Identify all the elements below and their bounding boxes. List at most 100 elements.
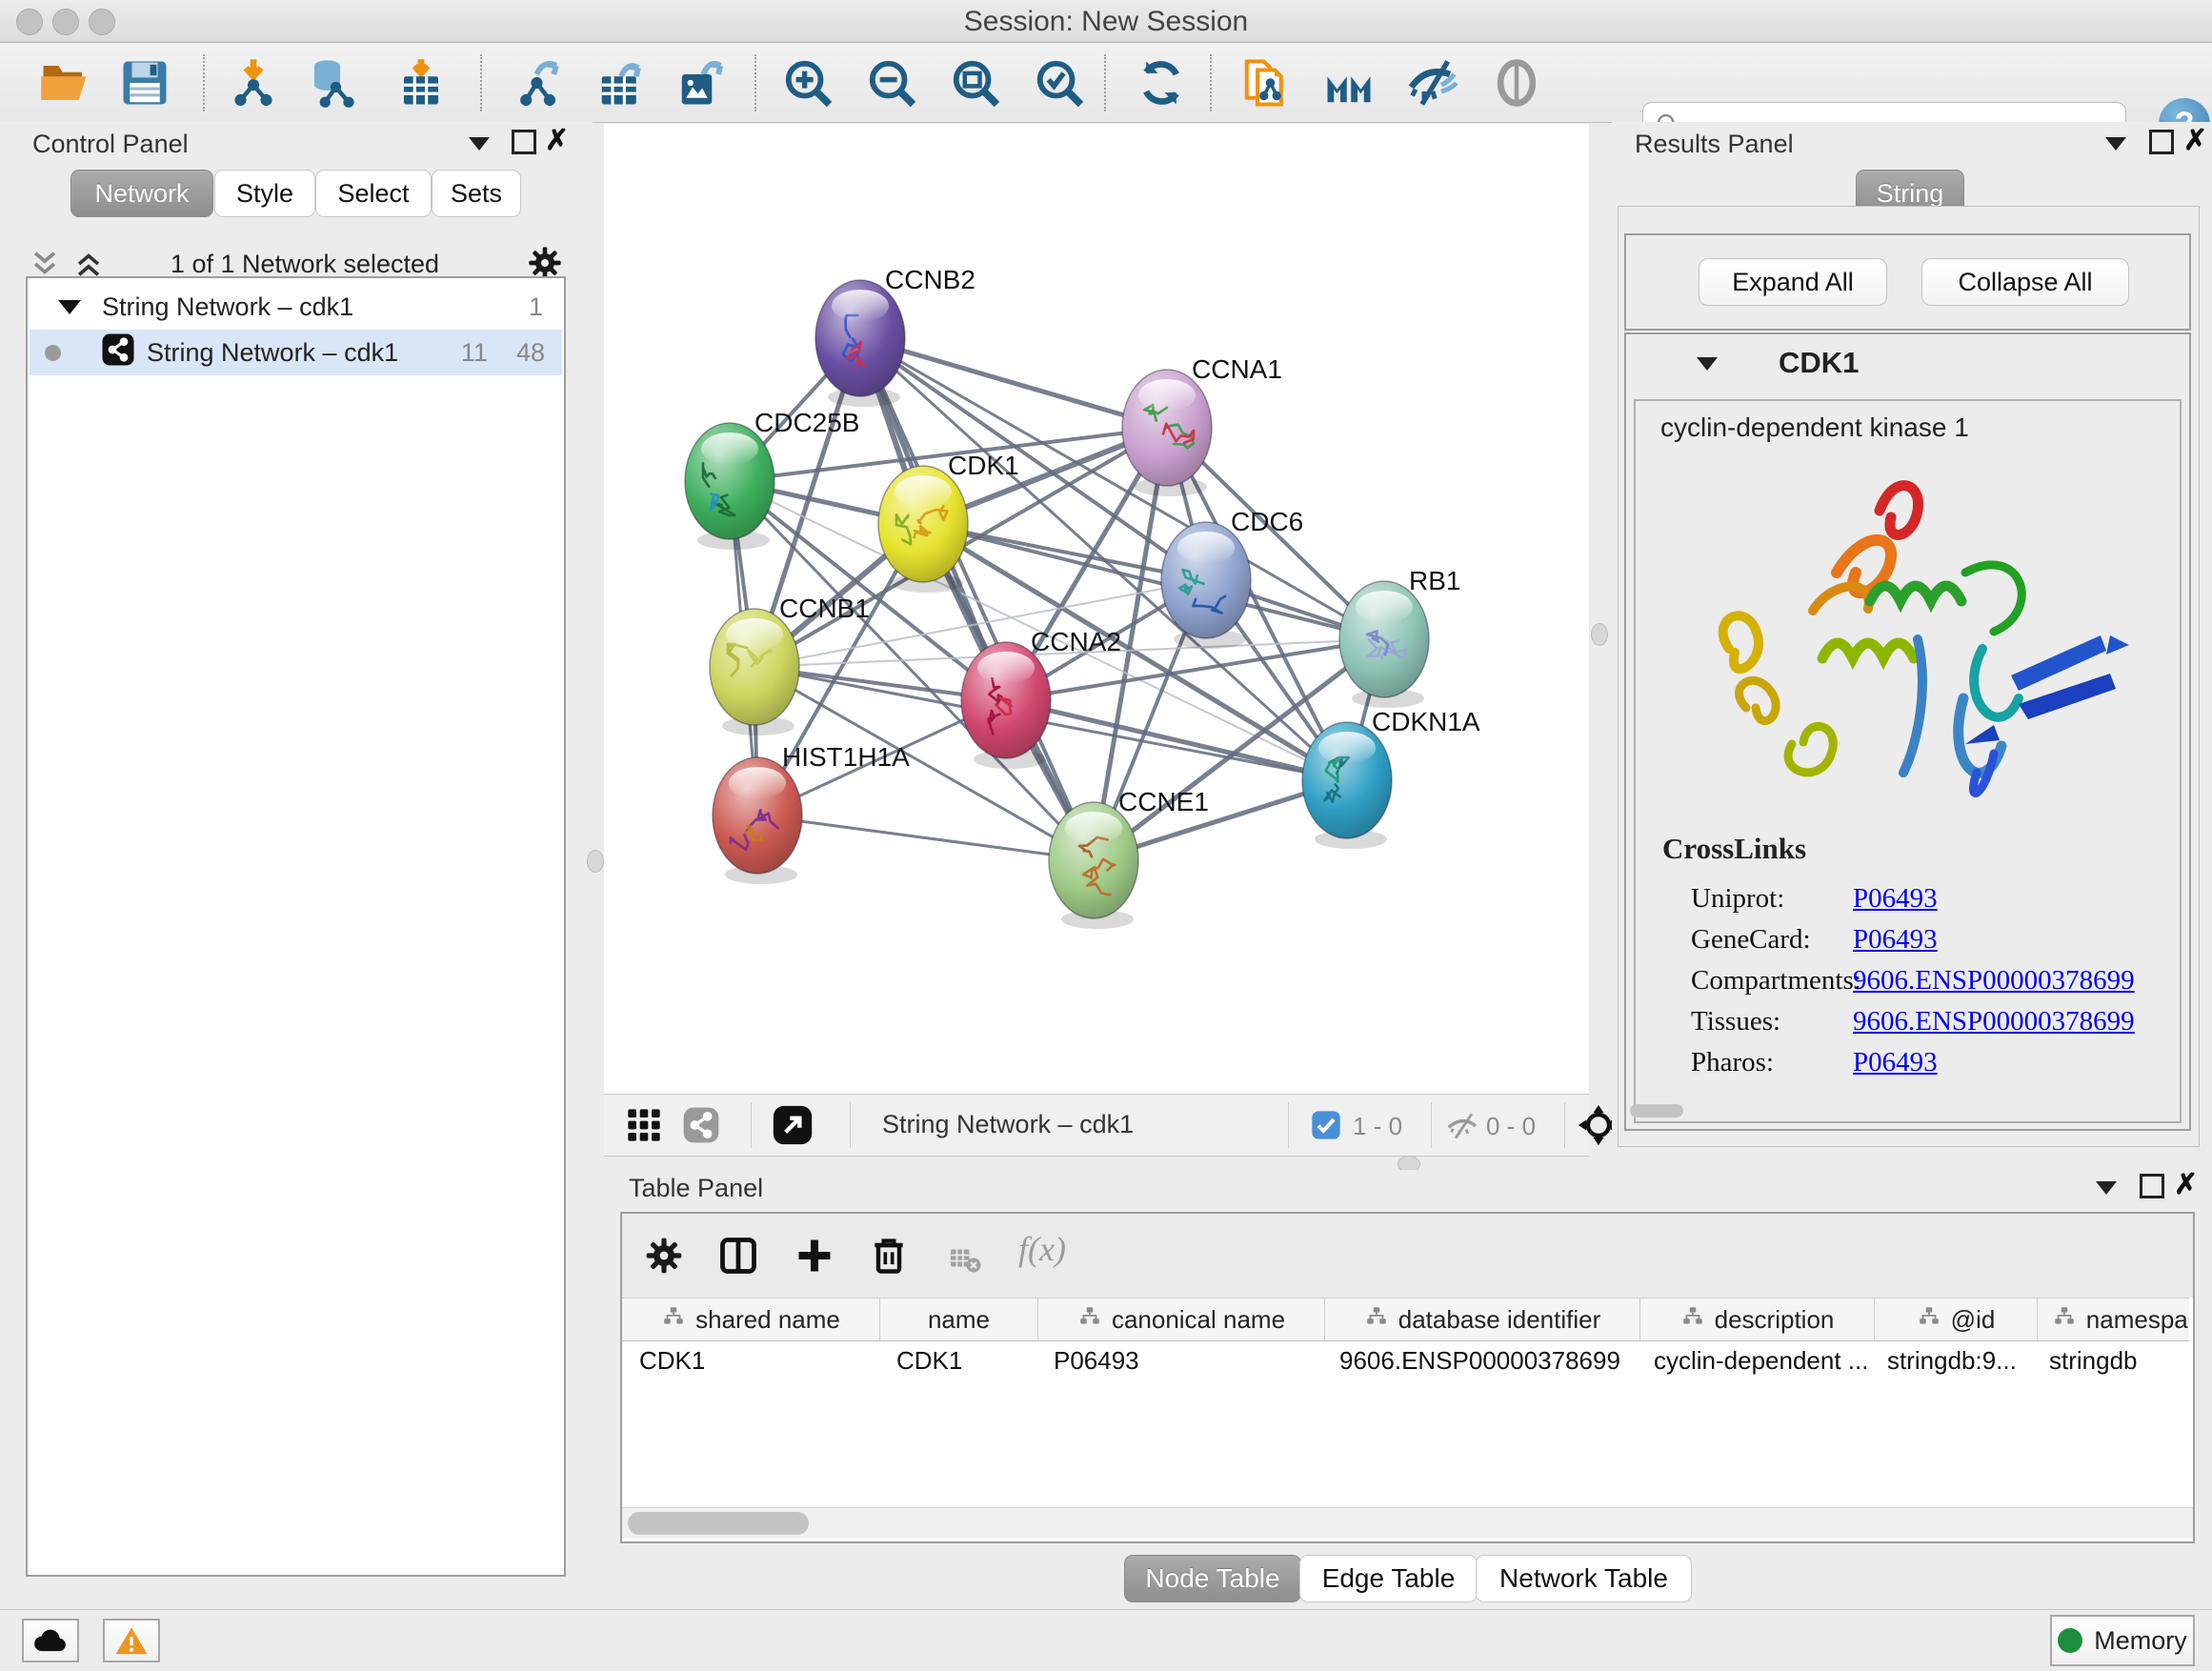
string-view-icon[interactable] [682, 1106, 720, 1149]
birds-eye-view-icon[interactable] [772, 1104, 814, 1151]
column-header-databaseidentifier[interactable]: database identifier [1325, 1299, 1640, 1340]
cloud-button[interactable] [22, 1619, 79, 1662]
save-session-icon[interactable] [116, 56, 173, 110]
table-row[interactable]: CDK1CDK1P064939606.ENSP00000378699cyclin… [622, 1339, 2189, 1381]
table-cell[interactable]: stringdb:9... [1870, 1339, 2032, 1381]
toolbar-separator [480, 54, 482, 111]
close-panel-icon[interactable]: ✗ [2183, 124, 2207, 157]
clone-network-icon[interactable] [1237, 56, 1295, 110]
column-header-canonicalname[interactable]: canonical name [1038, 1299, 1325, 1340]
tree-column-icon [661, 1304, 686, 1336]
memory-button[interactable]: Memory [2050, 1615, 2195, 1666]
delete-column-icon[interactable] [868, 1235, 910, 1281]
vertical-splitter-grip[interactable] [587, 850, 604, 873]
results-panel-title: Results Panel [1635, 130, 1794, 159]
toolbar-divider [1431, 1102, 1432, 1148]
network-edge[interactable] [860, 338, 1094, 860]
crosslink-link[interactable]: 9606.ENSP00000378699 [1853, 1006, 2135, 1037]
export-image-icon[interactable] [673, 56, 730, 110]
crosslink-link[interactable]: P06493 [1853, 1047, 1938, 1077]
collapse-section-icon[interactable] [1697, 357, 1718, 371]
select-columns-icon[interactable] [717, 1235, 759, 1281]
close-panel-icon[interactable]: ✗ [545, 124, 569, 157]
table-hscrollbar-thumb[interactable] [628, 1512, 809, 1535]
tab-sets[interactable]: Sets [432, 170, 521, 217]
level-of-detail-icon[interactable] [1488, 56, 1545, 110]
table-cell[interactable]: CDK1 [879, 1339, 1036, 1381]
add-column-icon[interactable] [794, 1235, 835, 1281]
tree-expand-icon[interactable] [58, 300, 81, 314]
tree-column-icon [2052, 1304, 2077, 1336]
open-file-icon[interactable] [36, 56, 93, 110]
edge-count: 48 [516, 338, 545, 368]
column-header-sharedname[interactable]: shared name [622, 1299, 880, 1340]
export-table-icon[interactable] [593, 56, 650, 110]
selected-count: 1 - 0 [1353, 1112, 1402, 1141]
tab-node-table[interactable]: Node Table [1124, 1555, 1301, 1602]
table-cell[interactable]: cyclin-dependent ... [1637, 1339, 1870, 1381]
column-label: shared name [695, 1305, 840, 1335]
table-cell[interactable]: 9606.ENSP00000378699 [1322, 1339, 1637, 1381]
tab-select[interactable]: Select [315, 170, 432, 217]
node-gloss [895, 475, 952, 508]
results-hscrollbar-thumb[interactable] [1630, 1104, 1683, 1117]
zoom-in-icon[interactable] [779, 56, 836, 110]
network-canvas[interactable]: CCNB2CCNA1CDC25BCDK1CDC6RB1CCNB1CCNA2CDK… [604, 124, 1589, 1094]
crosslink-link[interactable]: 9606.ENSP00000378699 [1853, 965, 2135, 996]
float-panel-icon[interactable] [512, 130, 536, 154]
column-label: canonical name [1112, 1305, 1285, 1335]
tab-network-table[interactable]: Network Table [1476, 1555, 1692, 1602]
column-header-id[interactable]: @id [1875, 1299, 2038, 1340]
tab-network[interactable]: Network [70, 170, 213, 217]
table-gear-icon[interactable] [643, 1235, 685, 1281]
import-table-icon[interactable] [392, 56, 450, 110]
import-network-icon[interactable] [225, 56, 282, 110]
grid-view-icon[interactable] [625, 1106, 663, 1149]
refresh-icon[interactable] [1133, 56, 1190, 110]
collapse-all-button[interactable]: Collapse All [1921, 258, 2129, 306]
float-panel-icon[interactable] [2149, 130, 2174, 154]
panel-menu-icon[interactable] [2096, 1181, 2117, 1195]
crosslink-link[interactable]: P06493 [1853, 883, 1938, 914]
network-edge[interactable] [1006, 700, 1347, 780]
string-network-icon [101, 332, 135, 373]
node-label: CDC6 [1231, 507, 1303, 536]
node-label: CCNB1 [779, 594, 870, 623]
column-header-description[interactable]: description [1640, 1299, 1875, 1340]
tab-edge-table[interactable]: Edge Table [1299, 1555, 1478, 1602]
network-edge[interactable] [860, 338, 1167, 428]
hide-unhide-icon[interactable] [1404, 56, 1461, 110]
table-cell[interactable]: stringdb [2032, 1339, 2189, 1381]
table-cell[interactable]: CDK1 [622, 1339, 879, 1381]
network-edge[interactable] [757, 815, 1094, 860]
zoom-fit-icon[interactable] [947, 56, 1004, 110]
function-builder-icon: f(x) [1018, 1229, 1066, 1269]
table-cell[interactable]: P06493 [1036, 1339, 1322, 1381]
gene-section: CDK1 cyclin-dependent kinase 1 [1624, 332, 2191, 1131]
panel-menu-icon[interactable] [469, 137, 490, 151]
float-panel-icon[interactable] [2140, 1174, 2164, 1198]
close-panel-icon[interactable]: ✗ [2174, 1168, 2198, 1201]
crosslink-row: Pharos:P06493 [1691, 1047, 2167, 1078]
network-row[interactable]: String Network – cdk1 11 48 [30, 330, 562, 375]
zoom-selected-icon[interactable] [1031, 56, 1088, 110]
crosslink-link[interactable]: P06493 [1853, 924, 1938, 955]
column-header-name[interactable]: name [880, 1299, 1038, 1340]
warning-button[interactable] [103, 1619, 160, 1662]
gene-name: CDK1 [1779, 346, 1859, 380]
import-network-database-icon[interactable] [303, 56, 360, 110]
zoom-out-icon[interactable] [863, 56, 920, 110]
collection-count: 1 [529, 292, 543, 322]
panel-menu-icon[interactable] [2105, 137, 2126, 151]
compare-networks-icon[interactable] [1320, 56, 1377, 110]
export-network-icon[interactable] [513, 56, 570, 110]
column-header-namespace[interactable]: namespace [2038, 1299, 2189, 1340]
tab-style[interactable]: Style [214, 170, 315, 217]
selected-checkbox-icon[interactable] [1311, 1110, 1341, 1145]
network-collection-row[interactable]: String Network – cdk1 1 [30, 284, 562, 330]
node-gloss [1138, 379, 1196, 412]
vertical-splitter-grip[interactable] [1591, 623, 1608, 646]
tree-column-icon [1917, 1304, 1941, 1336]
crosslink-label: Compartments: [1691, 965, 1853, 997]
expand-all-button[interactable]: Expand All [1699, 258, 1887, 306]
